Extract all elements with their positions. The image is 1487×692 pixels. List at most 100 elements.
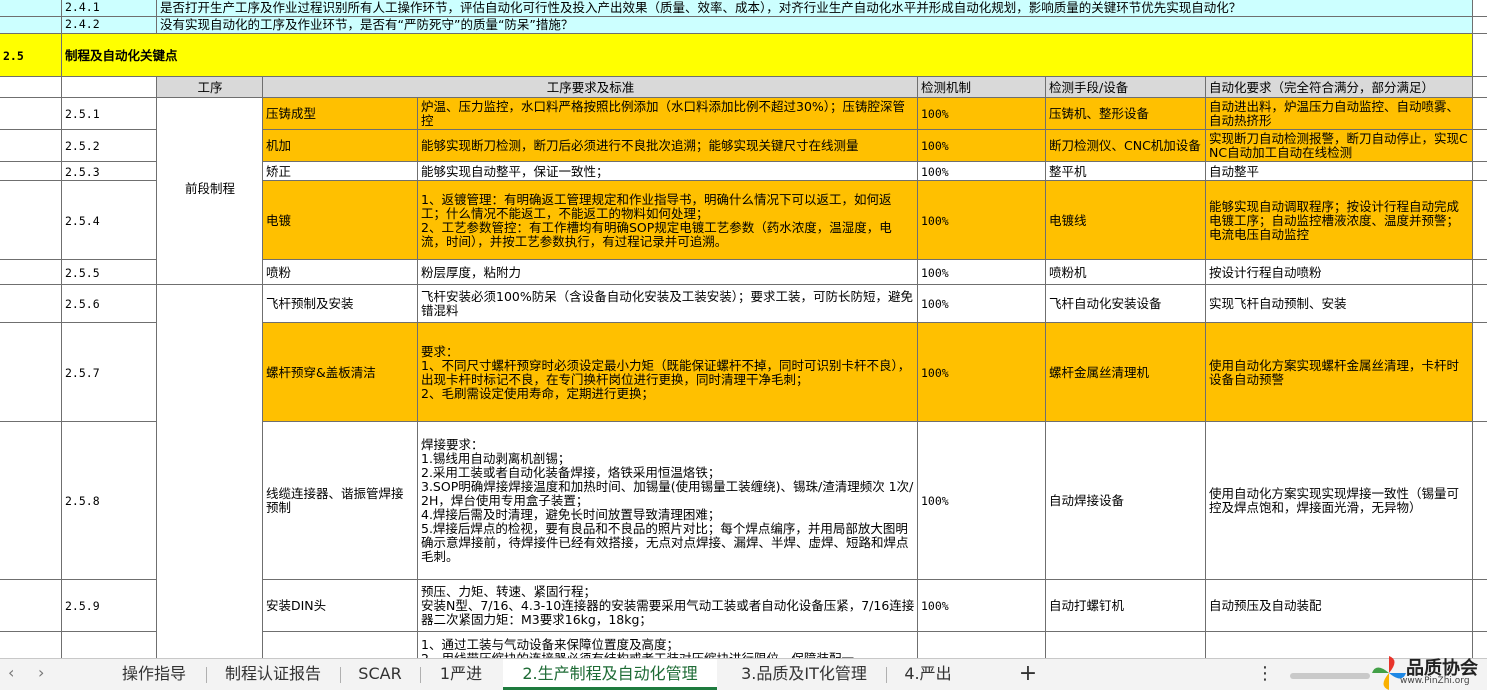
item-req-cell[interactable]: 炉温、压力监控，水口料严格按照比例添加（水口料添加比例不超过30%）；压铸腔深管… <box>418 98 918 130</box>
group-front-process[interactable]: 前段制程 <box>157 98 263 285</box>
item-id-cell[interactable]: 2.5.7 <box>62 323 157 422</box>
item-means-cell[interactable]: 电镀线 <box>1046 181 1206 260</box>
item-id-cell[interactable]: 2.5.1 <box>62 98 157 130</box>
item-mech-cell[interactable]: 100% <box>918 422 1046 580</box>
item-id-cell[interactable]: 2.5.2 <box>62 130 157 162</box>
item-mech-cell[interactable]: 100% <box>918 323 1046 422</box>
row-blank-cell[interactable] <box>0 580 62 632</box>
empty-cell[interactable] <box>1473 580 1487 632</box>
item-name-cell[interactable]: 电镀 <box>263 181 418 260</box>
item-id-cell[interactable]: 2.5.5 <box>62 260 157 285</box>
item-auto-cell[interactable]: 实现断刀自动检测报警，断刀自动停止，实现CNC自动加工自动在线检测 <box>1206 130 1473 162</box>
spreadsheet-grid[interactable]: 2.4.1 是否打开生产工序及作业过程识别所有人工操作环节，评估自动化可行性及投… <box>0 0 1487 658</box>
question-text[interactable]: 没有实现自动化的工序及作业环节，是否有“严防死守”的质量“防呆”措施？ <box>157 17 1473 34</box>
item-means-cell[interactable]: 飞杆自动化安装设备 <box>1046 285 1206 323</box>
item-id-cell[interactable]: 2.5.3 <box>62 162 157 181</box>
item-mech-cell[interactable]: 100% <box>918 580 1046 632</box>
empty-cell[interactable] <box>1473 260 1487 285</box>
item-id-cell[interactable]: 2.5.8 <box>62 422 157 580</box>
more-options-icon[interactable]: ⋮ <box>1250 659 1280 690</box>
item-req-cell[interactable]: 飞杆安装必须100%防呆（含设备自动化安装及工装安装）；要求工装，可防长防短，避… <box>418 285 918 323</box>
empty-cell[interactable] <box>1473 77 1487 98</box>
empty-cell[interactable] <box>1473 17 1487 34</box>
item-mech-cell[interactable]: 100% <box>918 181 1046 260</box>
tab-scar[interactable]: SCAR <box>342 659 418 690</box>
row-blank-cell[interactable] <box>0 632 62 658</box>
item-req-cell[interactable]: 粉层厚度，粘附力 <box>418 260 918 285</box>
add-sheet-button[interactable]: + <box>1010 659 1046 690</box>
item-name-cell[interactable]: 机加 <box>263 130 418 162</box>
header-blank[interactable] <box>0 77 62 98</box>
item-means-cell[interactable]: 整平机 <box>1046 162 1206 181</box>
item-mech-cell[interactable] <box>918 632 1046 658</box>
empty-cell[interactable] <box>1473 130 1487 162</box>
row-blank-cell[interactable] <box>0 285 62 323</box>
item-mech-cell[interactable]: 100% <box>918 98 1046 130</box>
item-means-cell[interactable]: 断刀检测仪、CNC机加设备 <box>1046 130 1206 162</box>
tab-strict-out[interactable]: 4.严出 <box>888 659 968 690</box>
header-means[interactable]: 检测手段/设备 <box>1046 77 1206 98</box>
item-mech-cell[interactable]: 100% <box>918 285 1046 323</box>
item-means-cell[interactable]: 喷粉机 <box>1046 260 1206 285</box>
header-requirements[interactable]: 工序要求及标准 <box>263 77 918 98</box>
section-title[interactable]: 制程及自动化关键点 <box>62 34 1473 77</box>
item-req-cell[interactable]: 1、通过工装与气动设备来保障位置度及高度； 2、用线带压缩块的连接器必须有结构或… <box>418 632 918 658</box>
empty-cell[interactable] <box>1473 181 1487 260</box>
empty-cell[interactable] <box>1473 162 1487 181</box>
question-text[interactable]: 是否打开生产工序及作业过程识别所有人工操作环节，评估自动化可行性及投入产出效果（… <box>157 0 1473 17</box>
item-req-cell[interactable]: 1、返镀管理：有明确返工管理规定和作业指导书，明确什么情况下可以返工，如何返工；… <box>418 181 918 260</box>
scroll-left-icon[interactable]: ‹ <box>8 663 14 682</box>
item-req-cell[interactable]: 要求： 1、不同尺寸螺杆预穿时必须设定最小力矩（既能保证螺杆不掉，同时可识别卡杆… <box>418 323 918 422</box>
empty-cell[interactable] <box>1473 34 1487 77</box>
item-means-cell[interactable] <box>1046 632 1206 658</box>
item-name-cell[interactable]: 线缆连接器、谐振管焊接预制 <box>263 422 418 580</box>
tab-process-cert-report[interactable]: 制程认证报告 <box>208 659 338 690</box>
item-auto-cell[interactable]: 使用自动化方案实现螺杆金属丝清理，卡杆时设备自动预警 <box>1206 323 1473 422</box>
item-auto-cell[interactable]: 自动整平 <box>1206 162 1473 181</box>
item-auto-cell[interactable]: 使用自动化方案实现实现焊接一致性（锡量可控及焊点饱和，焊接面光滑，无异物） <box>1206 422 1473 580</box>
empty-cell[interactable] <box>1473 0 1487 17</box>
row-blank-cell[interactable] <box>0 17 62 34</box>
tab-production-automation[interactable]: 2.生产制程及自动化管理 <box>503 659 717 690</box>
section-number[interactable]: 2.5 <box>0 34 62 77</box>
item-name-cell[interactable]: 螺杆预穿&盖板清洁 <box>263 323 418 422</box>
header-mechanism[interactable]: 检测机制 <box>918 77 1046 98</box>
row-blank-cell[interactable] <box>0 181 62 260</box>
item-auto-cell[interactable]: 实现飞杆自动预制、安装 <box>1206 285 1473 323</box>
item-name-cell[interactable]: 飞杆预制及安装 <box>263 285 418 323</box>
group-back-process[interactable] <box>157 285 263 658</box>
item-means-cell[interactable]: 螺杆金属丝清理机 <box>1046 323 1206 422</box>
item-req-cell[interactable]: 能够实现自动整平，保证一致性； <box>418 162 918 181</box>
item-req-cell[interactable]: 能够实现断刀检测，断刀后必须进行不良批次追溯；能够实现关键尺寸在线测量 <box>418 130 918 162</box>
tab-strict-in[interactable]: 1严进 <box>422 659 500 690</box>
item-mech-cell[interactable]: 100% <box>918 130 1046 162</box>
item-id[interactable]: 2.4.2 <box>62 17 157 34</box>
empty-cell[interactable] <box>1473 323 1487 422</box>
row-blank-cell[interactable] <box>0 422 62 580</box>
item-name-cell[interactable]: 安装DIN头 <box>263 580 418 632</box>
row-blank-cell[interactable] <box>0 260 62 285</box>
item-id-cell[interactable]: 2.5.6 <box>62 285 157 323</box>
item-means-cell[interactable]: 压铸机、整形设备 <box>1046 98 1206 130</box>
scroll-right-icon[interactable]: › <box>38 663 44 682</box>
item-id-cell[interactable]: 2.5.4 <box>62 181 157 260</box>
item-auto-cell[interactable]: 按设计行程自动喷粉 <box>1206 260 1473 285</box>
item-means-cell[interactable]: 自动打螺钉机 <box>1046 580 1206 632</box>
tab-operation-guide[interactable]: 操作指导 <box>104 659 204 690</box>
item-auto-cell[interactable]: 自动预压及自动装配 <box>1206 580 1473 632</box>
item-name-cell[interactable]: 压铸成型 <box>263 98 418 130</box>
empty-cell[interactable] <box>1473 98 1487 130</box>
empty-cell[interactable] <box>1473 285 1487 323</box>
item-name-cell[interactable]: 矫正 <box>263 162 418 181</box>
item-req-cell[interactable]: 预压、力矩、转速、紧固行程； 安装N型、7/16、4.3-10连接器的安装需要采… <box>418 580 918 632</box>
row-blank-cell[interactable] <box>0 323 62 422</box>
item-name-cell[interactable]: 喷粉 <box>263 260 418 285</box>
item-id-cell[interactable] <box>62 632 157 658</box>
item-name-cell[interactable] <box>263 632 418 658</box>
item-id[interactable]: 2.4.1 <box>62 0 157 17</box>
horizontal-scrollbar[interactable] <box>1290 673 1370 679</box>
item-auto-cell[interactable]: 自动进出料，炉温压力自动监控、自动喷雾、自动热挤形 <box>1206 98 1473 130</box>
item-auto-cell[interactable]: 能够实现自动调取程序；按设计行程自动完成电镀工序；自动监控槽液浓度、温度并预警；… <box>1206 181 1473 260</box>
header-blank[interactable] <box>62 77 157 98</box>
row-blank-cell[interactable] <box>0 0 62 17</box>
